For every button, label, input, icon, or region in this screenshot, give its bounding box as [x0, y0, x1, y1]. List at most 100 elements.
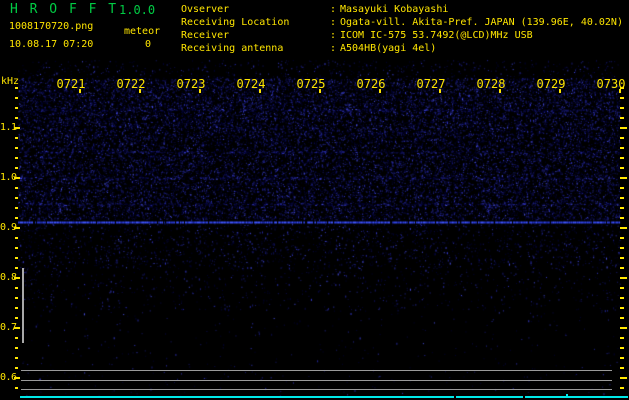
- level-gridline: [21, 370, 612, 371]
- freq-right-tick: [620, 267, 624, 269]
- freq-major-tick: [14, 277, 20, 279]
- freq-right-tick: [620, 147, 624, 149]
- freq-tick-label: 1.0: [0, 172, 17, 183]
- freq-minor-tick: [15, 167, 18, 169]
- freq-minor-tick: [15, 147, 18, 149]
- freq-tick-label: 0.6: [0, 372, 17, 383]
- info-label: Receiving antenna: [181, 43, 284, 54]
- freq-major-tick: [14, 377, 20, 379]
- meteor-count: 0: [145, 39, 152, 50]
- freq-right-tick: [620, 387, 624, 389]
- time-tick-label: 0723: [176, 77, 206, 91]
- time-tick-label: 0728: [476, 77, 506, 91]
- time-tick-mark: [439, 89, 441, 93]
- level-scale-bar: [22, 268, 24, 343]
- freq-right-tick: [620, 357, 624, 359]
- freq-right-tick: [620, 137, 624, 139]
- info-label: Receiving Location: [181, 17, 290, 28]
- freq-right-tick: [620, 337, 624, 339]
- info-value: Ogata-vill. Akita-Pref. JAPAN (139.96E, …: [340, 17, 623, 28]
- freq-right-tick: [620, 317, 624, 319]
- freq-right-tick: [620, 297, 624, 299]
- info-separator: :: [330, 4, 337, 15]
- freq-minor-tick: [15, 117, 18, 119]
- freq-minor-tick: [15, 357, 18, 359]
- output-filename: 1008170720.png: [9, 21, 94, 32]
- time-tick-label: 0726: [356, 77, 386, 91]
- freq-minor-tick: [15, 317, 18, 319]
- freq-right-tick: [620, 307, 624, 309]
- freq-minor-tick: [15, 297, 18, 299]
- freq-minor-tick: [15, 217, 18, 219]
- app-title: H R O F F T: [10, 2, 119, 17]
- freq-right-tick: [620, 367, 624, 369]
- freq-minor-tick: [15, 307, 18, 309]
- freq-minor-tick: [15, 187, 18, 189]
- level-gridline: [21, 380, 612, 381]
- info-separator: :: [330, 43, 337, 54]
- freq-right-tick: [620, 247, 624, 249]
- datetime-label: 10.08.17 07:20: [9, 39, 94, 50]
- time-tick-mark: [199, 89, 201, 93]
- freq-right-tick: [620, 157, 624, 159]
- info-separator: :: [330, 30, 337, 41]
- freq-minor-tick: [15, 287, 18, 289]
- app-version: 1.0.0: [119, 3, 156, 17]
- freq-minor-tick: [15, 367, 18, 369]
- info-label: Ovserver: [181, 4, 230, 15]
- level-gridline: [21, 389, 612, 390]
- time-tick-mark: [499, 89, 501, 93]
- freq-minor-tick: [15, 247, 18, 249]
- freq-tick-label: 0.7: [0, 322, 17, 333]
- freq-major-tick: [14, 227, 20, 229]
- freq-right-tick: [620, 347, 624, 349]
- freq-right-tick: [620, 287, 624, 289]
- freq-minor-tick: [15, 87, 18, 89]
- freq-minor-tick: [15, 387, 18, 389]
- freq-right-tick: [620, 107, 624, 109]
- hrofft-screen: H R O F F T 1.0.0 1008170720.png meteor …: [0, 0, 629, 400]
- freq-minor-tick: [15, 197, 18, 199]
- time-tick-mark: [259, 89, 261, 93]
- level-trace-segment: [525, 396, 628, 398]
- freq-right-tick: [620, 187, 624, 189]
- freq-right-tick: [620, 277, 627, 279]
- freq-tick-label: 0.8: [0, 272, 17, 283]
- freq-right-tick: [620, 207, 624, 209]
- spectrogram-canvas: [18, 58, 622, 398]
- freq-minor-tick: [15, 347, 18, 349]
- freq-major-tick: [14, 127, 20, 129]
- freq-axis-unit: kHz: [1, 76, 20, 87]
- freq-minor-tick: [15, 337, 18, 339]
- freq-minor-tick: [15, 137, 18, 139]
- time-tick-mark: [79, 89, 81, 93]
- freq-major-tick: [14, 177, 20, 179]
- freq-minor-tick: [15, 207, 18, 209]
- info-value: ICOM IC-575 53.7492(@LCD)MHz USB: [340, 30, 533, 41]
- info-separator: :: [330, 17, 337, 28]
- freq-right-tick: [620, 237, 624, 239]
- freq-right-tick: [620, 117, 624, 119]
- time-tick-label: 0729: [536, 77, 566, 91]
- level-trace-segment: [20, 396, 454, 398]
- freq-right-tick: [620, 197, 624, 199]
- freq-right-tick: [620, 167, 624, 169]
- info-value: Masayuki Kobayashi: [340, 4, 449, 15]
- freq-minor-tick: [15, 267, 18, 269]
- time-tick-label: 0724: [236, 77, 266, 91]
- time-tick-label: 0727: [416, 77, 446, 91]
- freq-minor-tick: [15, 157, 18, 159]
- freq-minor-tick: [15, 107, 18, 109]
- time-tick-label: 0721: [56, 77, 86, 91]
- time-tick-mark: [619, 89, 621, 93]
- time-tick-mark: [379, 89, 381, 93]
- time-tick-label: 0722: [116, 77, 146, 91]
- freq-minor-tick: [15, 237, 18, 239]
- freq-tick-label: 1.1: [0, 122, 17, 133]
- freq-tick-label: 0.9: [0, 222, 17, 233]
- freq-right-tick: [620, 177, 627, 179]
- info-value: A504HB(yagi 4el): [340, 43, 437, 54]
- time-tick-label: 0725: [296, 77, 326, 91]
- freq-right-tick: [620, 87, 624, 89]
- mode-label: meteor: [124, 26, 161, 37]
